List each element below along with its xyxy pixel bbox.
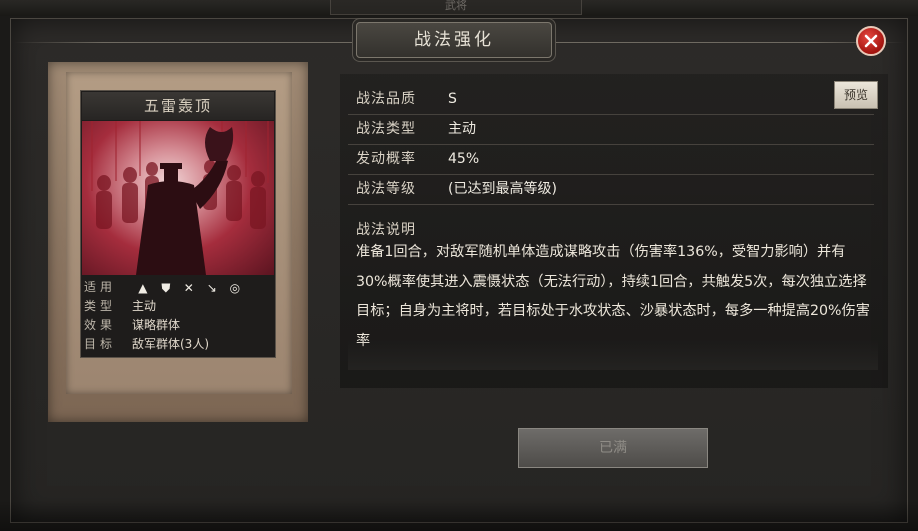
attr-key: 发动概率 bbox=[356, 151, 416, 167]
attr-row-type: 战法类型 主动 bbox=[348, 114, 874, 145]
skill-card-info: 适用 ▲ ⛊ ✕ ↘ ◎ 类型 主动 效果 谋略群体 目标 敌军群体(3人) bbox=[84, 278, 274, 356]
attr-row-level: 战法等级 (已达到最高等级) bbox=[348, 174, 874, 205]
close-button[interactable] bbox=[856, 26, 886, 56]
attr-key: 战法等级 bbox=[356, 181, 416, 197]
attr-value: (已达到最高等级) bbox=[448, 181, 557, 197]
background-tab: 武将 bbox=[330, 0, 582, 15]
bow-icon: ✕ bbox=[183, 280, 194, 295]
preview-button[interactable]: 预览 bbox=[834, 81, 878, 109]
close-icon bbox=[864, 34, 878, 48]
info-key: 适用 bbox=[84, 280, 117, 294]
info-value: 谋略群体 bbox=[132, 318, 181, 332]
cavalry-icon: ▲ bbox=[138, 280, 148, 295]
info-value: 敌军群体(3人) bbox=[132, 337, 209, 351]
info-row-applicable: 适用 ▲ ⛊ ✕ ↘ ◎ bbox=[84, 278, 251, 296]
attr-value: 主动 bbox=[448, 121, 476, 137]
unit-type-icons: ▲ ⛊ ✕ ↘ ◎ bbox=[136, 279, 251, 297]
siege-icon: ◎ bbox=[229, 280, 241, 295]
info-key: 类型 bbox=[84, 299, 117, 313]
attr-row-probability: 发动概率 45% bbox=[348, 144, 874, 175]
info-row-target: 目标 敌军群体(3人) bbox=[84, 335, 209, 353]
upgrade-button[interactable]: 已满 bbox=[518, 428, 708, 468]
info-key: 目标 bbox=[84, 337, 117, 351]
description-fade bbox=[348, 340, 878, 370]
skill-card-art bbox=[82, 121, 274, 275]
dialog-title: 战法强化 bbox=[356, 22, 552, 58]
bottom-shadow bbox=[0, 500, 918, 531]
skill-card-name: 五雷轰顶 bbox=[82, 92, 274, 120]
attr-value: 45% bbox=[448, 151, 480, 167]
skill-art-image bbox=[91, 121, 269, 275]
info-row-effect: 效果 谋略群体 bbox=[84, 316, 180, 334]
spear-icon: ↘ bbox=[206, 280, 217, 295]
info-row-type: 类型 主动 bbox=[84, 297, 156, 315]
attr-row-quality: 战法品质 S bbox=[348, 84, 874, 115]
attr-value: S bbox=[448, 91, 457, 107]
shield-icon: ⛊ bbox=[161, 280, 171, 295]
attr-key: 战法品质 bbox=[356, 91, 416, 107]
info-key: 效果 bbox=[84, 318, 117, 332]
info-value: 主动 bbox=[132, 299, 157, 313]
attr-key: 战法类型 bbox=[356, 121, 416, 137]
description-title: 战法说明 bbox=[356, 222, 416, 238]
